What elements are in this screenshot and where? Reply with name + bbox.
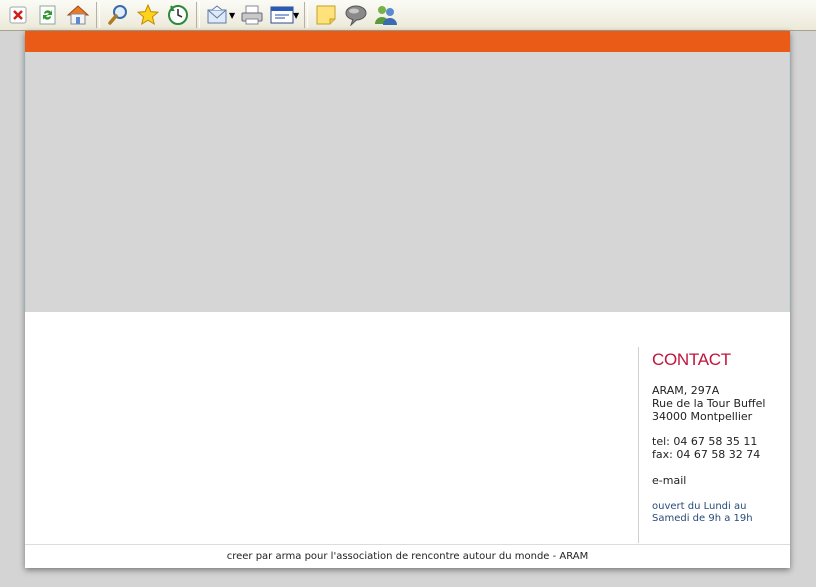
- mail-icon: [207, 5, 227, 24]
- toolbar-separator: [196, 2, 200, 28]
- address-line-1: ARAM, 297A: [652, 384, 720, 397]
- address-line-2: Rue de la Tour Buffel: [652, 397, 766, 410]
- print-icon: [241, 5, 263, 25]
- messenger-button[interactable]: [371, 1, 401, 29]
- favorites-button[interactable]: [133, 1, 163, 29]
- toolbar-separator: [304, 2, 308, 28]
- fax-number: fax: 04 67 58 32 74: [652, 448, 761, 461]
- favorites-icon: [137, 4, 159, 26]
- opening-hours-line-2: Samedi de 9h a 19h: [652, 513, 753, 524]
- browser-toolbar: ▼ ▼: [0, 0, 816, 31]
- home-icon: [66, 5, 90, 25]
- email-link[interactable]: e-mail: [652, 474, 686, 487]
- address-line-3: 34000 Montpellier: [652, 410, 753, 423]
- contact-panel: CONTACT ARAM, 297A Rue de la Tour Buffel…: [638, 347, 789, 543]
- history-button[interactable]: [163, 1, 193, 29]
- messenger-icon: [375, 6, 397, 25]
- edit-button[interactable]: [267, 1, 297, 29]
- stop-icon: [9, 6, 27, 24]
- home-button[interactable]: [63, 1, 93, 29]
- search-icon: [108, 5, 127, 25]
- toolbar-separator: [96, 2, 100, 28]
- contact-title: CONTACT: [652, 350, 731, 369]
- search-button[interactable]: [103, 1, 133, 29]
- web-page: CONTACT ARAM, 297A Rue de la Tour Buffel…: [25, 31, 790, 568]
- stop-button[interactable]: [3, 1, 33, 29]
- page-footer: creer par arma pour l'association de ren…: [25, 544, 790, 568]
- history-icon: [168, 5, 188, 25]
- mail-button[interactable]: [203, 1, 233, 29]
- note-button[interactable]: [311, 1, 341, 29]
- refresh-button[interactable]: [33, 1, 63, 29]
- refresh-icon: [39, 5, 56, 25]
- opening-hours-line-1: ouvert du Lundi au: [652, 501, 747, 512]
- phone-number: tel: 04 67 58 35 11: [652, 435, 758, 448]
- print-button[interactable]: [237, 1, 267, 29]
- header-accent-bar: [25, 31, 790, 52]
- note-icon: [316, 5, 336, 25]
- edit-icon: [270, 6, 294, 24]
- discuss-button[interactable]: [341, 1, 371, 29]
- discuss-icon: [345, 5, 367, 26]
- banner-area: [25, 52, 790, 312]
